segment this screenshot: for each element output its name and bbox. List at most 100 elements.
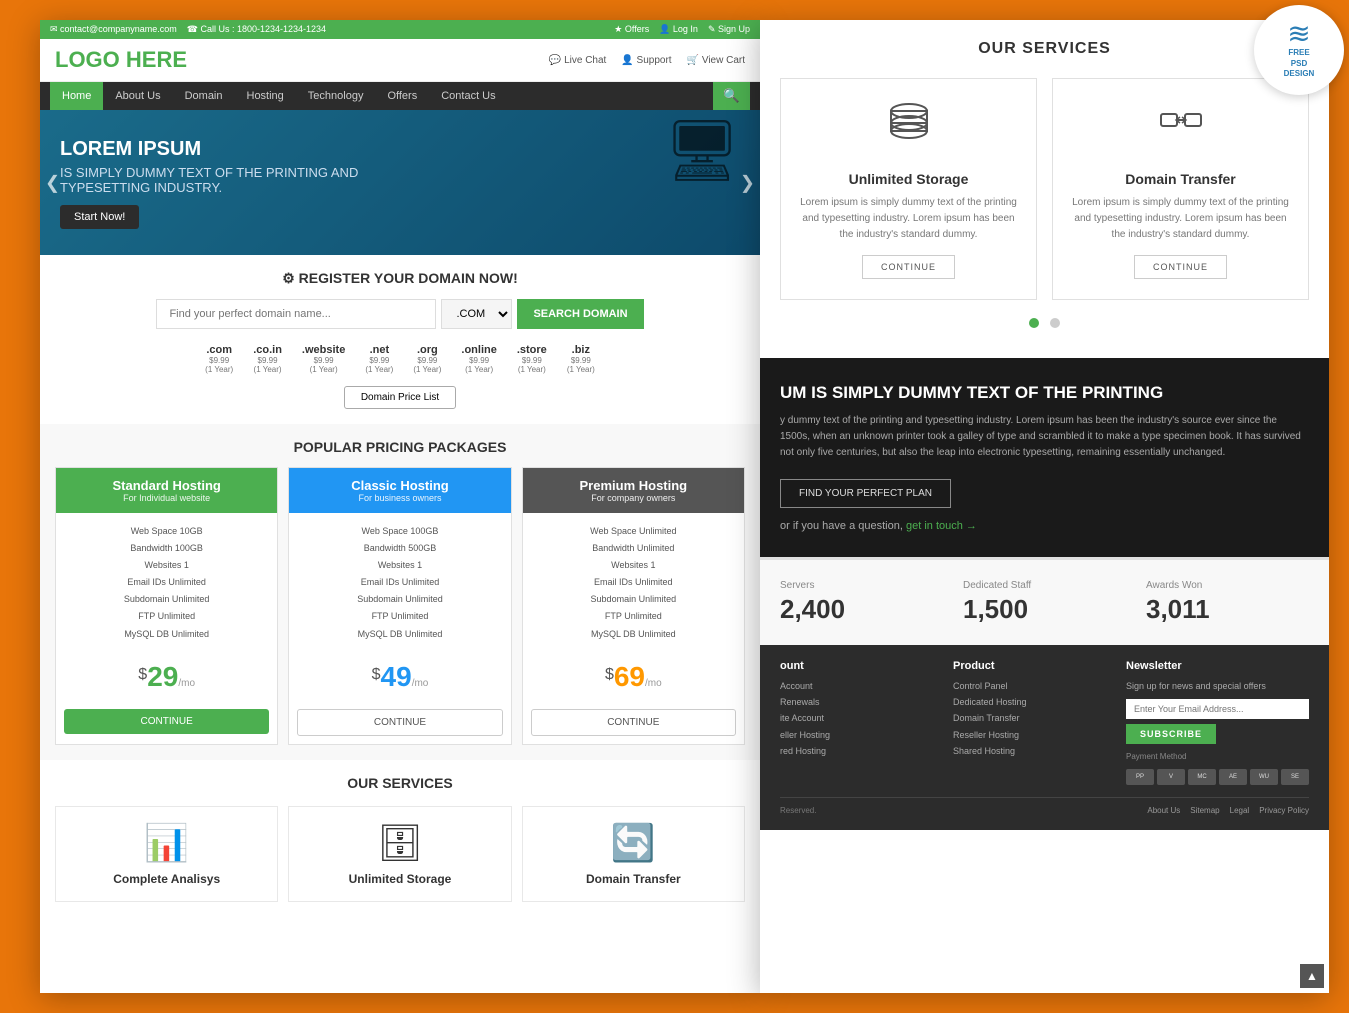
plan-features-classic: Web Space 100GBBandwidth 500GBWebsites 1… (289, 513, 510, 653)
nav-search-button[interactable]: 🔍 (713, 82, 750, 110)
right-panel: OUR SERVICES Unlimited Storage Lorem ips… (760, 20, 1329, 993)
stat-staff-label: Dedicated Staff (963, 580, 1126, 591)
pricing-card-standard: Standard Hosting For Individual website … (55, 467, 278, 745)
domain-search-input[interactable] (156, 299, 436, 329)
wu-icon: WU (1250, 769, 1278, 785)
plan-sub-classic: For business owners (299, 493, 500, 503)
domain-title: ⚙ REGISTER YOUR DOMAIN NOW! (60, 270, 740, 287)
topbar-offers[interactable]: ★ Offers (614, 24, 649, 35)
paypal-icon: PP (1126, 769, 1154, 785)
footer-bottom: Reserved. About Us Sitemap Legal Privacy… (780, 797, 1309, 815)
footer-link-shared[interactable]: red Hosting (780, 743, 933, 759)
right-domain-desc: Lorem ipsum is simply dummy text of the … (1068, 195, 1293, 243)
website-left: ✉ contact@companyname.com ☎ Call Us : 18… (40, 20, 760, 993)
continue-premium-button[interactable]: CONTINUE (531, 709, 736, 736)
footer-link-reseller-hosting[interactable]: Reseller Hosting (953, 727, 1106, 743)
plan-features-premium: Web Space UnlimitedBandwidth UnlimitedWe… (523, 513, 744, 653)
footer-link-domain-transfer[interactable]: Domain Transfer (953, 710, 1106, 726)
pricing-section: POPULAR PRICING PACKAGES Standard Hostin… (40, 424, 760, 760)
topbar-signup[interactable]: ✎ Sign Up (708, 24, 750, 35)
amex-icon: AE (1219, 769, 1247, 785)
nav-domain[interactable]: Domain (173, 82, 235, 110)
mc-icon: MC (1188, 769, 1216, 785)
continue-standard-button[interactable]: CONTINUE (64, 709, 269, 734)
footer-sitemap-link[interactable]: Sitemap (1190, 806, 1219, 815)
dot-1[interactable] (1029, 318, 1039, 328)
topbar-phone: ☎ Call Us : 1800-1234-1234-1234 (187, 24, 326, 35)
start-now-button[interactable]: Start Now! (60, 205, 139, 229)
storage-icon: 🗄 (299, 822, 500, 864)
support-link[interactable]: 👤 Support (621, 55, 671, 66)
footer-link-control[interactable]: Control Panel (953, 678, 1106, 694)
stat-staff-value: 1,500 (963, 594, 1126, 625)
service-name-storage: Unlimited Storage (299, 872, 500, 886)
stats-section: Servers 2,400 Dedicated Staff 1,500 Awar… (760, 557, 1329, 645)
pricing-title: POPULAR PRICING PACKAGES (55, 439, 745, 455)
stat-staff: Dedicated Staff 1,500 (963, 580, 1126, 625)
nav-offers[interactable]: Offers (375, 82, 429, 110)
right-storage-icon (796, 99, 1021, 159)
continue-classic-button[interactable]: CONTINUE (297, 709, 502, 736)
search-domain-button[interactable]: SEARCH DOMAIN (517, 299, 643, 329)
service-item-storage: 🗄 Unlimited Storage (288, 806, 511, 902)
footer-link-renewals[interactable]: Renewals (780, 694, 933, 710)
plan-price-standard: $29/mo (56, 653, 277, 701)
dark-text: y dummy text of the printing and typeset… (780, 413, 1309, 461)
scroll-up-button[interactable]: ▲ (1300, 964, 1324, 988)
footer-link-shared-hosting[interactable]: Shared Hosting (953, 743, 1106, 759)
dark-title: UM IS SIMPLY DUMMY TEXT OF THE PRINTING (780, 383, 1309, 403)
footer-col-product: Product Control Panel Dedicated Hosting … (953, 660, 1106, 785)
hero-prev-arrow[interactable]: ❮ (45, 172, 60, 193)
newsletter-email-input[interactable] (1126, 699, 1309, 719)
footer-link-dedicated[interactable]: Dedicated Hosting (953, 694, 1106, 710)
stat-servers-label: Servers (780, 580, 943, 591)
footer-legal-link[interactable]: Legal (1230, 806, 1250, 815)
domain-price-list-button[interactable]: Domain Price List (344, 386, 456, 409)
footer-privacy-link[interactable]: Privacy Policy (1259, 806, 1309, 815)
footer-link-reseller[interactable]: eller Hosting (780, 727, 933, 743)
copyright-text: Reserved. (780, 806, 816, 815)
continue-domain-button[interactable]: CONTINUE (1134, 255, 1227, 279)
plan-name-standard: Standard Hosting (66, 478, 267, 493)
find-plan-button[interactable]: FIND YOUR PERFECT PLAN (780, 479, 951, 508)
continue-storage-button[interactable]: CONTINUE (862, 255, 955, 279)
get-in-touch-link[interactable]: get in touch → (906, 520, 977, 532)
right-domain-icon (1068, 99, 1293, 159)
footer-link-site-account[interactable]: ite Account (780, 710, 933, 726)
nav-about[interactable]: About Us (103, 82, 172, 110)
view-cart-link[interactable]: 🛒 View Cart (687, 55, 745, 66)
live-chat-link[interactable]: 💬 Live Chat (549, 55, 606, 66)
left-services-title: OUR SERVICES (55, 775, 745, 791)
service-item-analysis: 📊 Complete Analisys (55, 806, 278, 902)
subscribe-button[interactable]: SUBSCRIBE (1126, 724, 1216, 744)
nav-home[interactable]: Home (50, 82, 103, 110)
pricing-card-premium: Premium Hosting For company owners Web S… (522, 467, 745, 745)
left-services-section: OUR SERVICES 📊 Complete Analisys 🗄 Unlim… (40, 760, 760, 917)
domain-section: ⚙ REGISTER YOUR DOMAIN NOW! .COM .NET .O… (40, 255, 760, 424)
right-service-storage: Unlimited Storage Lorem ipsum is simply … (780, 78, 1037, 300)
hero-next-arrow[interactable]: ❯ (740, 172, 755, 193)
dark-section: UM IS SIMPLY DUMMY TEXT OF THE PRINTING … (760, 358, 1329, 557)
right-services-title: OUR SERVICES (780, 40, 1309, 58)
right-storage-name: Unlimited Storage (796, 171, 1021, 187)
nav-contact[interactable]: Contact Us (429, 82, 507, 110)
nav-hosting[interactable]: Hosting (235, 82, 296, 110)
payment-label: Payment Method (1126, 752, 1309, 761)
hero-servers-graphic: 🖥 (664, 115, 740, 186)
domain-ext-select[interactable]: .COM .NET .ORG (441, 299, 512, 329)
footer-product-title: Product (953, 660, 1106, 672)
dot-2[interactable] (1050, 318, 1060, 328)
plan-name-premium: Premium Hosting (533, 478, 734, 493)
footer-link-account[interactable]: Account (780, 678, 933, 694)
footer-col-account: ount Account Renewals ite Account eller … (780, 660, 933, 785)
topbar-login[interactable]: 👤 Log In (659, 24, 698, 35)
topbar-email: ✉ contact@companyname.com (50, 24, 177, 35)
nav-technology[interactable]: Technology (296, 82, 376, 110)
newsletter-desc: Sign up for news and special offers (1126, 678, 1309, 694)
right-services-section: OUR SERVICES Unlimited Storage Lorem ips… (760, 20, 1329, 358)
hero-banner: ❮ LOREM IPSUM IS SIMPLY DUMMY TEXT OF TH… (40, 110, 760, 255)
footer-about-link[interactable]: About Us (1147, 806, 1180, 815)
service-name-domain: Domain Transfer (533, 872, 734, 886)
footer-account-title: ount (780, 660, 933, 672)
plan-price-classic: $49/mo (289, 653, 510, 701)
